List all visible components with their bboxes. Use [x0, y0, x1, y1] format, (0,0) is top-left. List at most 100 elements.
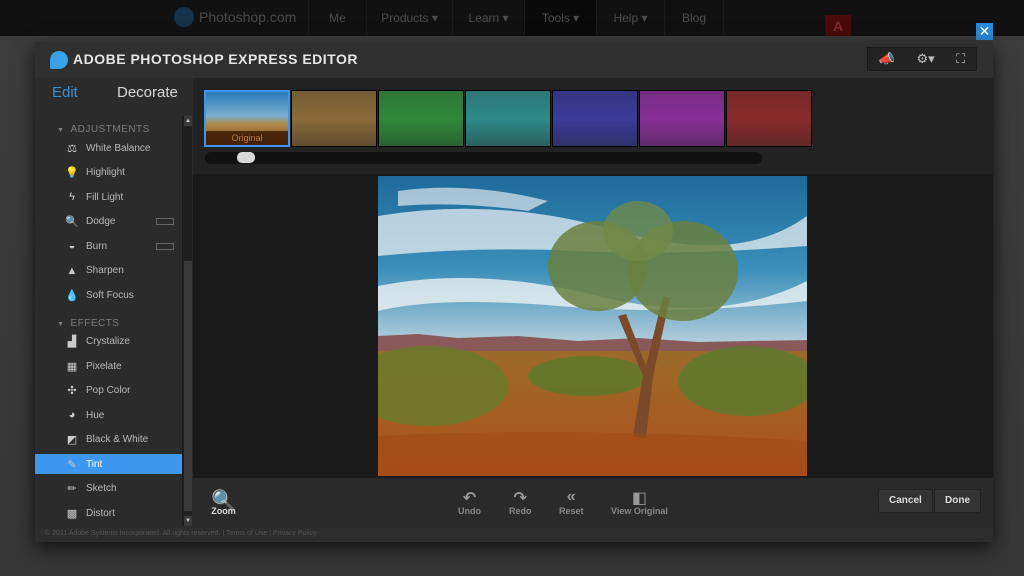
cancel-button[interactable]: Cancel	[878, 489, 933, 513]
tint-preset-sepia[interactable]	[291, 90, 377, 147]
redo-icon: ↷	[513, 490, 527, 507]
tool-item-fill-light[interactable]: ϟ Fill Light	[35, 187, 182, 207]
section-header-adjustments[interactable]: ▼ ADJUSTMENTS	[57, 124, 150, 135]
tool-item-label: Highlight	[86, 167, 125, 178]
tool-item-sharpen[interactable]: ▲ Sharpen	[35, 261, 182, 281]
tool-item-highlight[interactable]: 💡 Highlight	[35, 163, 182, 183]
fullscreen-icon[interactable]: ⛶	[956, 51, 965, 67]
section-header-effects[interactable]: ▼ EFFECTS	[57, 318, 120, 329]
scroll-thumb[interactable]	[184, 261, 192, 511]
site-nav: Photoshop.com Me Products ▾ Learn ▾ Tool…	[0, 0, 1024, 37]
zoom-label: Zoom	[211, 506, 236, 516]
editor-bottom-bar: 🔍 Zoom ↶ Undo ↷ Redo « Reset ◧ View Orig…	[193, 478, 993, 528]
tool-item-label: Fill Light	[86, 191, 124, 203]
redo-button[interactable]: ↷ Redo	[509, 488, 532, 516]
tint-preset-blue[interactable]	[552, 90, 638, 147]
adobe-logo-icon[interactable]: A	[825, 15, 851, 37]
undo-button[interactable]: ↶ Undo	[458, 488, 481, 516]
tint-preset-purple[interactable]	[639, 90, 725, 147]
photo-canvas[interactable]	[378, 176, 807, 476]
nav-item-learn[interactable]: Learn ▾	[452, 0, 524, 36]
nav-item-help[interactable]: Help ▾	[596, 0, 664, 36]
reset-icon: «	[566, 488, 576, 505]
tool-item-label: Pixelate	[86, 360, 122, 372]
tool-item-burn[interactable]: ◒ Burn	[35, 236, 182, 256]
tab-decorate[interactable]: Decorate	[117, 84, 178, 101]
pop-color-icon: ✣	[67, 385, 77, 397]
compare-icon: ◧	[631, 490, 647, 507]
white-balance-icon: ⚖	[67, 142, 77, 155]
editor-title: ADOBE PHOTOSHOP EXPRESS EDITOR	[73, 51, 358, 67]
share-icon[interactable]: 📣	[879, 51, 895, 67]
tint-preset-teal[interactable]	[465, 90, 551, 147]
view-original-label: View Original	[611, 506, 668, 516]
nav-item-products[interactable]: Products ▾	[366, 0, 452, 36]
settings-icon[interactable]: ⚙▾	[916, 51, 934, 67]
nav-item-me[interactable]: Me	[308, 0, 366, 36]
tool-item-white-balance[interactable]: ⚖ White Balance	[35, 138, 182, 158]
tool-item-crystalize[interactable]: ▟ Crystalize	[35, 332, 182, 352]
sharpen-icon: ▲	[66, 264, 78, 277]
zoom-button[interactable]: 🔍 Zoom	[211, 488, 236, 516]
crystalize-icon: ▟	[67, 336, 77, 348]
dodge-icon: 🔍	[65, 216, 79, 228]
sidebar-tabs: Edit Decorate	[35, 84, 193, 108]
tint-preset-original[interactable]: Original	[204, 90, 290, 147]
tool-item-label: Black & White	[86, 434, 149, 445]
tool-item-label: Pop Color	[86, 385, 131, 396]
hue-icon: ◕	[68, 409, 76, 421]
redo-label: Redo	[509, 506, 532, 516]
nav-item-tools[interactable]: Tools ▾	[524, 0, 596, 36]
tool-item-tint[interactable]: ✎ Tint	[35, 454, 182, 474]
collapse-caret-icon: ▼	[57, 320, 65, 328]
app-logo-icon	[50, 51, 68, 69]
tool-item-label: Tint	[86, 458, 103, 470]
preset-scroll-slider[interactable]	[205, 152, 762, 164]
sketch-icon: ✏	[67, 483, 77, 495]
reset-label: Reset	[559, 506, 584, 516]
tool-item-label: Burn	[86, 240, 108, 252]
distort-icon: ▩	[66, 507, 78, 520]
preset-caption: Original	[206, 131, 288, 145]
tool-item-label: Sketch	[86, 483, 117, 494]
tool-item-distort[interactable]: ▩ Distort	[35, 503, 182, 523]
close-editor-button[interactable]: ✕	[976, 23, 993, 40]
sidebar-scrollbar[interactable]: ▲ ▼	[182, 116, 192, 526]
scroll-up-button[interactable]: ▲	[184, 116, 192, 126]
tool-item-label: Distort	[86, 507, 115, 519]
tool-item-pop-color[interactable]: ✣ Pop Color	[35, 381, 182, 401]
soft-focus-icon: 💧	[65, 289, 79, 302]
scroll-down-button[interactable]: ▼	[184, 516, 192, 526]
tool-item-hue[interactable]: ◕ Hue	[35, 405, 182, 425]
done-button[interactable]: Done	[934, 489, 981, 513]
editor-modal: ADOBE PHOTOSHOP EXPRESS EDITOR 📣 ⚙▾ ⛶ Ed…	[35, 42, 993, 542]
view-original-button[interactable]: ◧ View Original	[611, 488, 668, 516]
collapse-caret-icon: ▼	[57, 127, 65, 134]
brush-size-badge	[156, 242, 174, 250]
editor-toolbox: 📣 ⚙▾ ⛶	[867, 47, 977, 71]
preset-slider-knob[interactable]	[237, 152, 256, 163]
site-brand[interactable]: Photoshop.com	[174, 7, 296, 27]
tool-item-dodge[interactable]: 🔍 Dodge	[35, 212, 182, 232]
pixelate-icon: ▦	[66, 360, 78, 373]
tool-item-pixelate[interactable]: ▦ Pixelate	[35, 356, 182, 376]
tint-preset-green[interactable]	[378, 90, 464, 147]
section-label: ADJUSTMENTS	[70, 124, 150, 135]
tint-preset-strip: Original	[193, 78, 993, 174]
tint-preset-red[interactable]	[726, 90, 812, 147]
tool-item-sketch[interactable]: ✏ Sketch	[35, 479, 182, 499]
editor-titlebar: ADOBE PHOTOSHOP EXPRESS EDITOR 📣 ⚙▾ ⛶	[35, 42, 993, 78]
tool-item-label: Dodge	[86, 216, 116, 227]
tool-item-soft-focus[interactable]: 💧 Soft Focus	[35, 285, 182, 305]
undo-label: Undo	[458, 506, 481, 516]
tools-sidebar: Edit Decorate ▼ ADJUSTMENTS ⚖ White Balance…	[35, 78, 193, 528]
undo-icon: ↶	[462, 490, 477, 507]
tint-icon: ✎	[67, 458, 77, 471]
nav-item-blog[interactable]: Blog	[664, 0, 724, 36]
reset-button[interactable]: « Reset	[559, 488, 584, 516]
site-brand-label: Photoshop.com	[199, 9, 297, 25]
photo-image	[378, 176, 807, 476]
tool-item-label: Soft Focus	[86, 289, 134, 301]
tab-edit[interactable]: Edit	[52, 84, 78, 101]
tool-item-black-white[interactable]: ◩ Black & White	[35, 430, 182, 450]
